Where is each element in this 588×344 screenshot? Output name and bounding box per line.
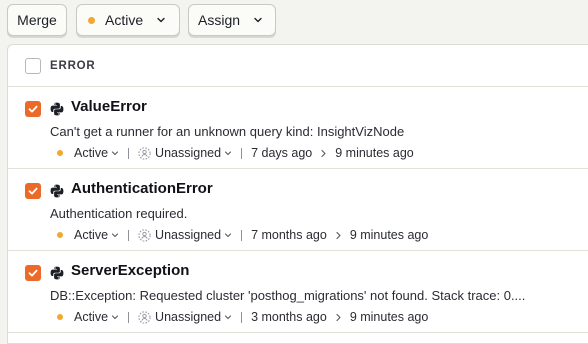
assign-dropdown-label: Assign — [198, 12, 241, 28]
divider — [241, 147, 243, 159]
select-all-checkbox[interactable] — [25, 58, 41, 74]
issue-checkbox[interactable] — [25, 101, 41, 117]
issue-assignee-label: Unassigned — [155, 310, 222, 324]
status-active-dot — [57, 150, 63, 156]
issue-assignee-dropdown[interactable]: Unassigned — [138, 310, 232, 324]
first-seen: 7 months ago — [251, 228, 327, 242]
chevron-down-icon — [224, 313, 232, 321]
toolbar: Merge Active Assign — [0, 0, 588, 44]
issue-message: Authentication required. — [50, 206, 188, 221]
python-icon — [50, 102, 64, 116]
divider — [241, 311, 243, 323]
issue-status-label: Active — [74, 310, 109, 324]
unassigned-user-icon — [138, 310, 151, 324]
issue-title[interactable]: ValueError — [71, 98, 147, 115]
issue-status-dropdown[interactable]: Active — [74, 146, 119, 160]
chevron-down-icon — [253, 15, 263, 25]
issue-status-label: Active — [74, 146, 109, 160]
issues-panel: ERROR ValueError Can't get a runner for … — [7, 44, 588, 344]
first-seen: 7 days ago — [251, 146, 313, 160]
chevron-right-icon — [319, 149, 328, 158]
last-seen: 9 minutes ago — [349, 310, 429, 324]
status-active-dot — [57, 314, 63, 320]
issue-title[interactable]: AuthenticationError — [71, 180, 213, 197]
issue-row[interactable]: ServerException DB::Exception: Requested… — [8, 251, 588, 333]
divider — [128, 147, 130, 159]
status-dropdown[interactable]: Active — [76, 4, 180, 36]
first-seen: 3 months ago — [251, 310, 327, 324]
last-seen: 9 minutes ago — [335, 146, 414, 160]
unassigned-user-icon — [138, 228, 151, 242]
merge-button[interactable]: Merge — [7, 4, 67, 36]
error-column-header: ERROR — [50, 60, 96, 72]
issue-status-dropdown[interactable]: Active — [74, 228, 119, 242]
issue-assignee-dropdown[interactable]: Unassigned — [138, 146, 232, 160]
status-active-dot — [57, 232, 63, 238]
issue-status-dropdown[interactable]: Active — [74, 310, 119, 324]
assign-dropdown[interactable]: Assign — [188, 4, 276, 36]
last-seen: 9 minutes ago — [349, 228, 429, 242]
table-header: ERROR — [8, 45, 588, 87]
chevron-right-icon — [334, 313, 343, 322]
merge-button-label: Merge — [17, 12, 57, 28]
python-icon — [50, 184, 64, 198]
divider — [128, 229, 130, 241]
issue-assignee-label: Unassigned — [155, 228, 222, 242]
issue-checkbox[interactable] — [25, 265, 41, 281]
divider — [128, 311, 130, 323]
chevron-down-icon — [156, 15, 166, 25]
issue-row[interactable]: AuthenticationError Authentication requi… — [8, 169, 588, 251]
chevron-down-icon — [111, 149, 119, 157]
python-icon — [50, 266, 64, 280]
issue-message: DB::Exception: Requested cluster 'postho… — [50, 288, 526, 303]
issue-message: Can't get a runner for an unknown query … — [50, 124, 405, 139]
issue-assignee-dropdown[interactable]: Unassigned — [138, 228, 232, 242]
issue-meta: Active Unassigned 7 months ago 9 minutes… — [57, 226, 428, 244]
chevron-down-icon — [111, 313, 119, 321]
issue-assignee-label: Unassigned — [155, 146, 222, 160]
issue-meta: Active Unassigned 7 days ago 9 minutes a… — [57, 144, 414, 162]
chevron-down-icon — [111, 231, 119, 239]
status-active-dot — [88, 16, 95, 24]
issue-status-label: Active — [74, 228, 109, 242]
divider — [241, 229, 243, 241]
chevron-down-icon — [224, 149, 232, 157]
chevron-right-icon — [334, 231, 343, 240]
issue-title[interactable]: ServerException — [71, 262, 189, 279]
chevron-down-icon — [224, 231, 232, 239]
status-dropdown-label: Active — [105, 12, 144, 28]
issue-checkbox[interactable] — [25, 183, 41, 199]
issue-meta: Active Unassigned 3 months ago 9 minutes… — [57, 308, 428, 326]
unassigned-user-icon — [138, 146, 151, 160]
issue-row[interactable]: ValueError Can't get a runner for an unk… — [8, 87, 588, 169]
